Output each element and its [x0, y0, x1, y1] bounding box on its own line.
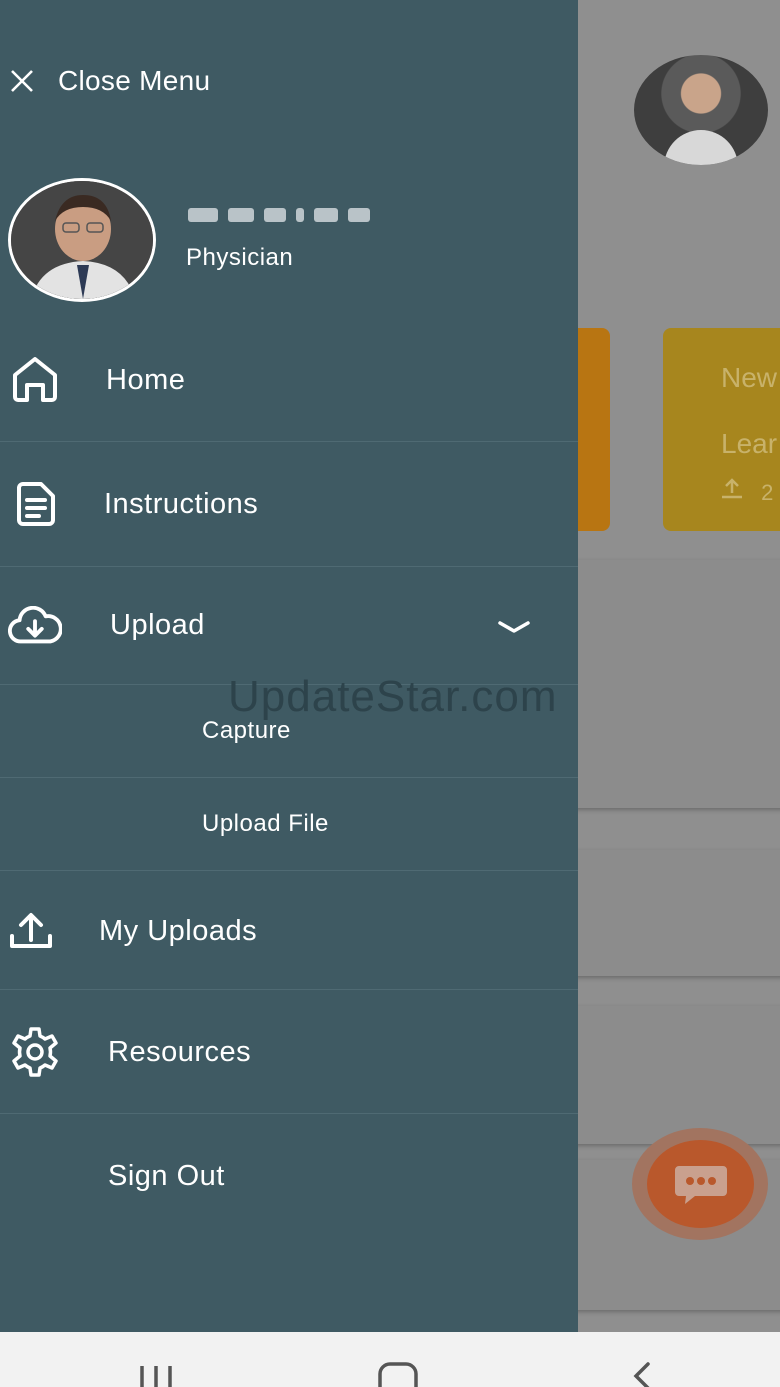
menu-item-label: Resources: [108, 1036, 252, 1068]
bg-card-title: New: [721, 362, 778, 393]
home-nav-icon[interactable]: [376, 1360, 420, 1387]
upload-icon: [4, 903, 58, 957]
chat-button[interactable]: [647, 1140, 754, 1228]
menu-item-sign-out[interactable]: Sign Out: [0, 1114, 578, 1238]
submenu-item-label: Upload File: [202, 810, 329, 837]
profile-name-redacted: [188, 208, 408, 230]
close-menu-label: Close Menu: [58, 65, 211, 96]
bg-panel: [560, 850, 780, 976]
back-nav-icon[interactable]: [628, 1360, 654, 1387]
bg-card-subtitle: Lear: [721, 428, 778, 459]
chat-icon: [674, 1166, 727, 1204]
menu-item-label: Home: [106, 364, 186, 396]
gear-icon: [8, 1025, 62, 1079]
bg-card-meta: 2: [719, 478, 773, 506]
profile-role: Physician: [186, 244, 294, 271]
menu-item-resources[interactable]: Resources: [0, 990, 578, 1114]
upload-icon: [722, 478, 742, 499]
cloud-download-icon: [8, 599, 62, 653]
submenu-item-upload-file[interactable]: Upload File: [0, 778, 578, 871]
menu-item-label: Upload: [110, 609, 205, 641]
menu-item-label: My Uploads: [99, 915, 258, 947]
recent-apps-icon[interactable]: [136, 1360, 176, 1387]
close-icon: [11, 70, 33, 92]
menu-item-instructions[interactable]: Instructions: [0, 442, 578, 567]
home-icon: [8, 352, 62, 406]
menu-item-label: Sign Out: [108, 1160, 225, 1192]
profile-section: Physician: [8, 178, 568, 302]
navigation-drawer: Close Menu Physician Home Instructions U…: [0, 0, 578, 1332]
chevron-down-icon[interactable]: [496, 617, 532, 637]
submenu-item-label: Capture: [202, 717, 291, 744]
bg-panel: [560, 560, 780, 808]
menu-item-home[interactable]: Home: [0, 318, 578, 442]
menu-item-label: Instructions: [104, 488, 259, 520]
bg-panel: [560, 1006, 780, 1144]
document-icon: [8, 477, 62, 531]
bg-card-yellow: New Lear 2: [663, 328, 780, 531]
close-menu-button[interactable]: Close Menu: [8, 56, 210, 106]
menu-item-my-uploads[interactable]: My Uploads: [0, 871, 578, 990]
header-avatar[interactable]: [634, 55, 768, 165]
avatar[interactable]: [8, 178, 156, 302]
submenu-item-capture[interactable]: Capture: [0, 685, 578, 778]
menu-item-upload[interactable]: Upload: [0, 567, 578, 685]
avatar-photo: [11, 181, 153, 299]
system-nav-bar: [0, 1332, 780, 1387]
